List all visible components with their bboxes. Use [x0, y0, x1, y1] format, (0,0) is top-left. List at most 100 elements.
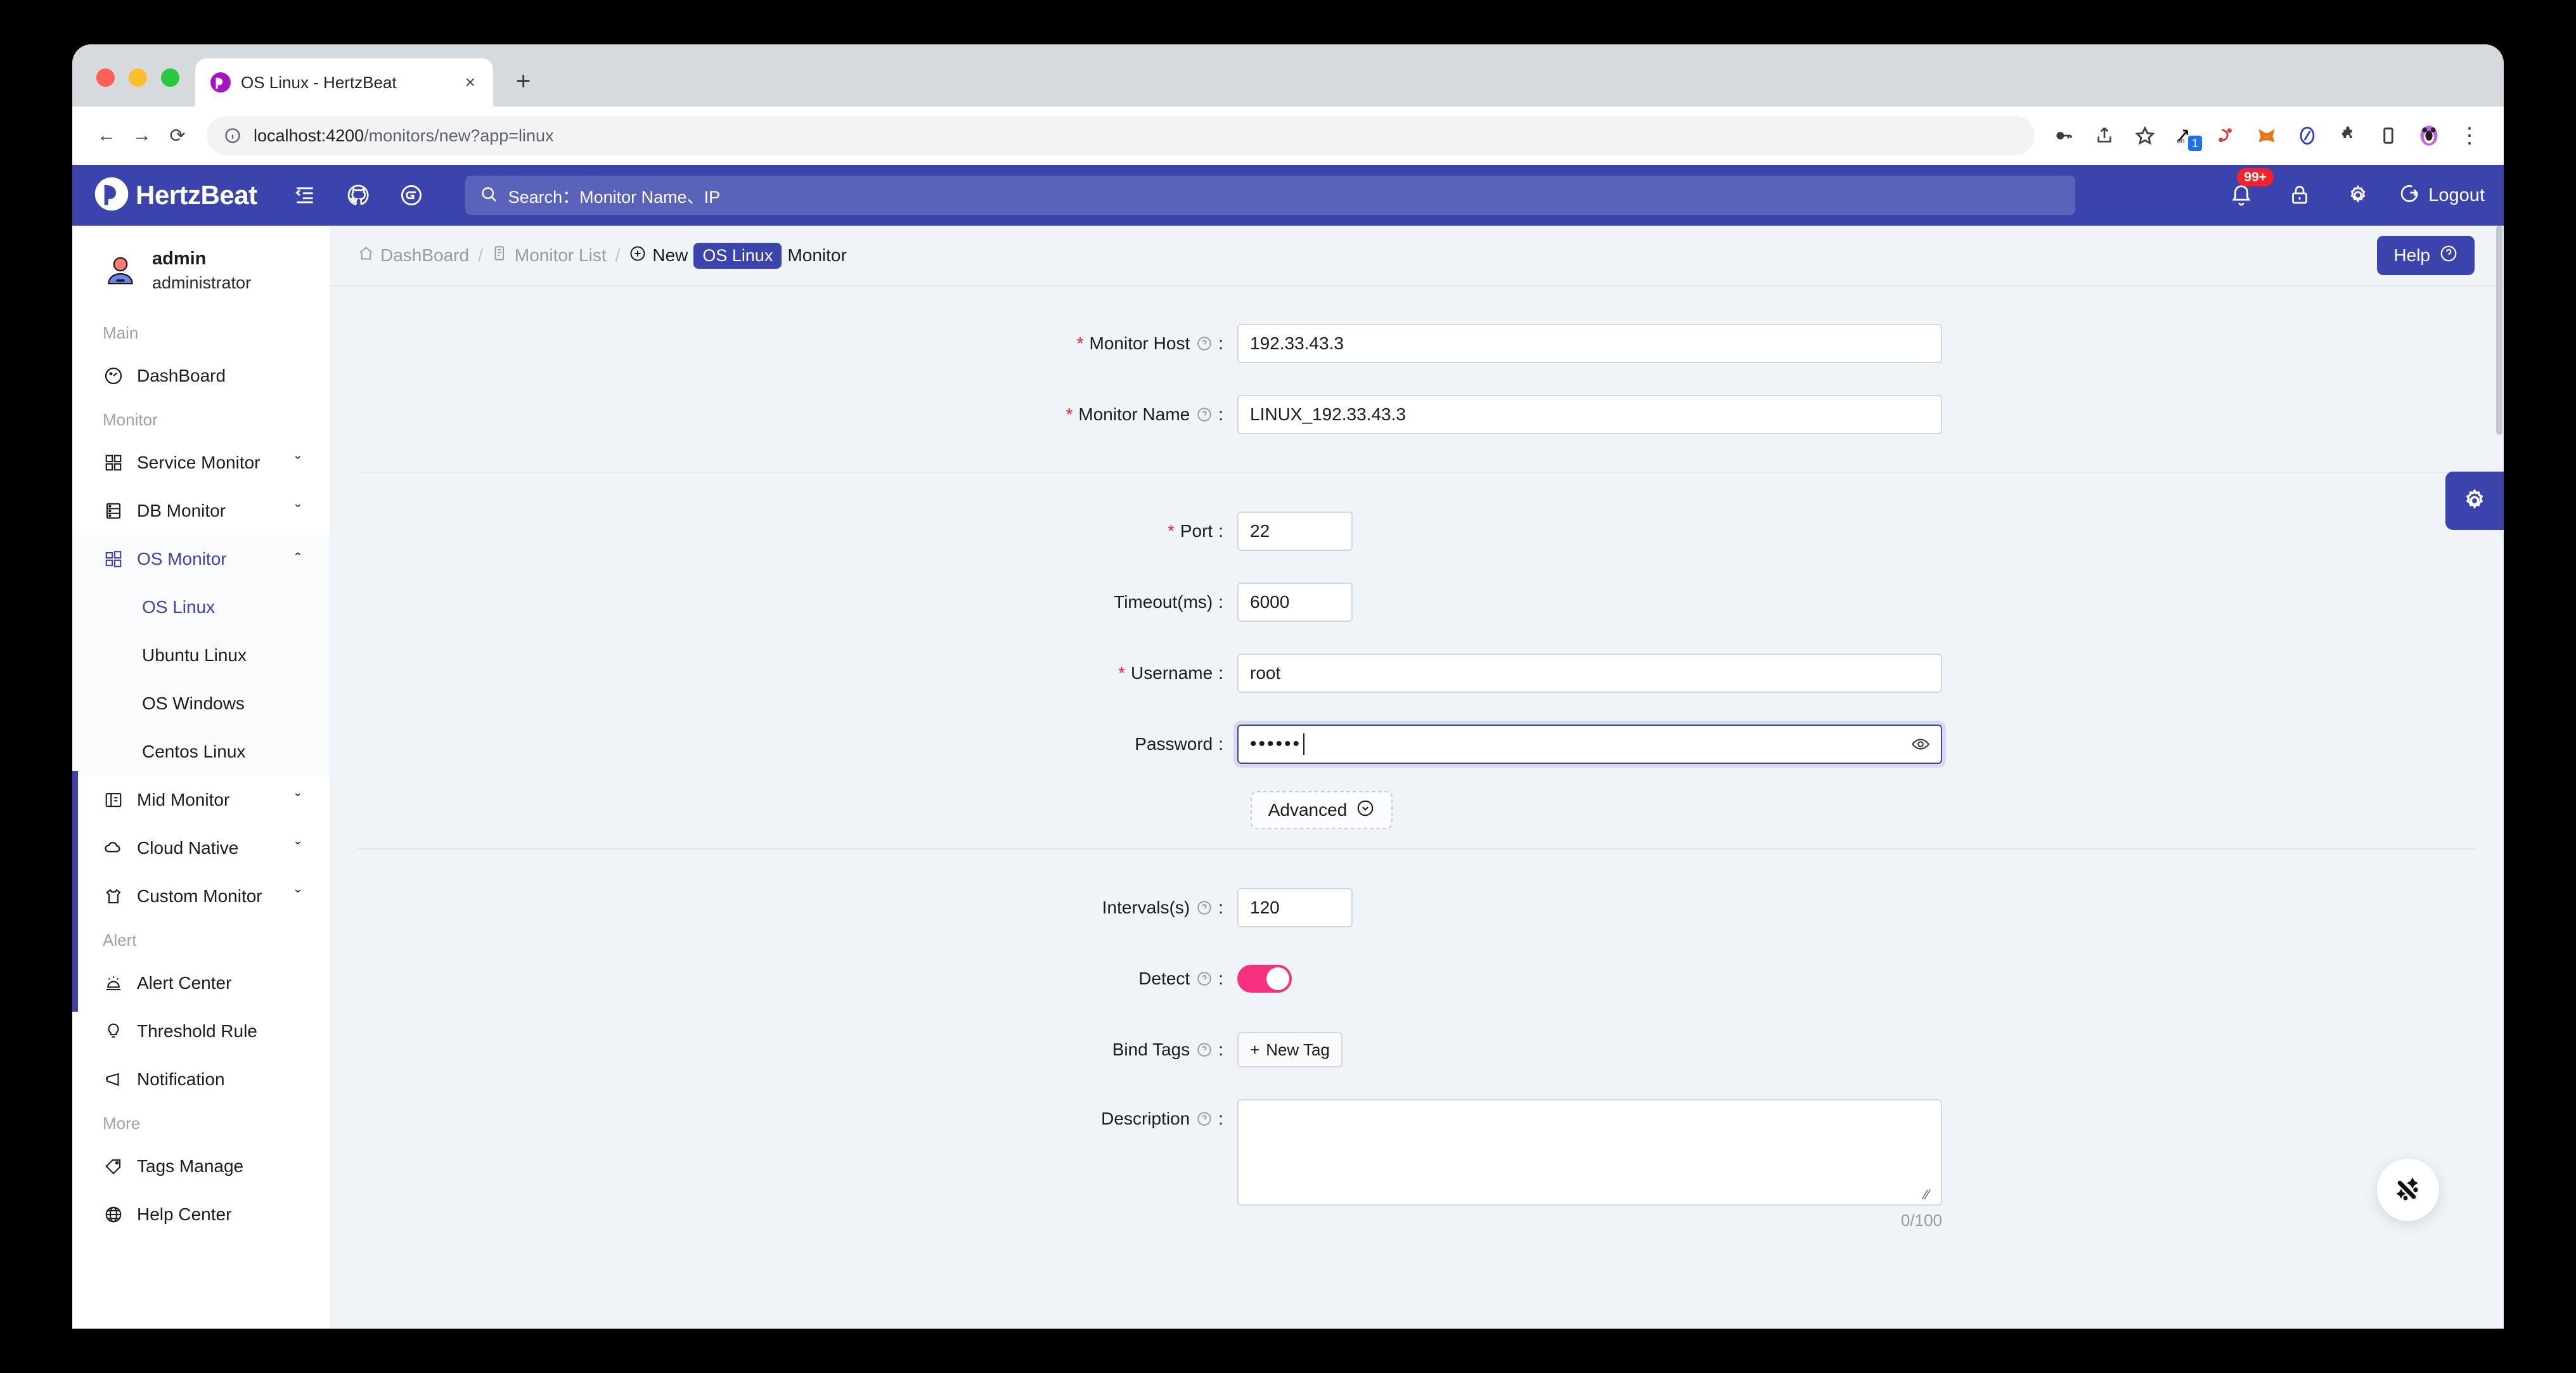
- main-content: DashBoard / Monitor List /: [330, 226, 2504, 1329]
- bookmark-star-icon[interactable]: [2127, 118, 2163, 153]
- share-icon[interactable]: [2087, 118, 2122, 153]
- intervals-label: Intervals(s) :: [330, 898, 1237, 918]
- close-window-button[interactable]: [96, 68, 115, 87]
- logout-label: Logout: [2428, 185, 2485, 206]
- breadcrumb-monitor-list[interactable]: Monitor List: [492, 245, 607, 266]
- app-header-right-icons: 99+: [2223, 177, 2485, 214]
- description-textarea[interactable]: [1237, 1099, 1942, 1206]
- timeout-label-text: Timeout(ms): [1114, 592, 1213, 612]
- breadcrumb-dashboard[interactable]: DashBoard: [357, 245, 469, 266]
- reading-list-icon[interactable]: [2371, 118, 2406, 153]
- notification-bell-button[interactable]: 99+: [2223, 177, 2260, 214]
- site-info-icon[interactable]: [223, 126, 242, 145]
- gitee-icon[interactable]: [393, 177, 430, 214]
- port-control: 22: [1237, 512, 1353, 551]
- red-extension-icon[interactable]: [2208, 118, 2244, 153]
- bulb-icon: [103, 1021, 124, 1042]
- metamask-fox-icon[interactable]: [2249, 118, 2284, 153]
- monitor-host-input[interactable]: 192.33.43.3: [1237, 324, 1942, 363]
- plus-circle-icon: [629, 245, 647, 267]
- sidebar: admin administrator Main DashBoard Monit…: [72, 226, 330, 1329]
- sidebar-item-help-center[interactable]: Help Center: [72, 1190, 330, 1239]
- github-icon[interactable]: [340, 177, 377, 214]
- monitor-form: * Monitor Host : 192.33.43.3: [330, 287, 2504, 1329]
- minimize-window-button[interactable]: [129, 68, 147, 87]
- sidebar-item-service-monitor[interactable]: Service Monitor ˇ: [72, 439, 330, 487]
- question-mark-icon[interactable]: [1195, 1041, 1213, 1059]
- sidebar-subitem-ubuntu-linux[interactable]: Ubuntu Linux: [72, 631, 330, 680]
- scrollbar-thumb[interactable]: [2496, 226, 2502, 435]
- port-input[interactable]: 22: [1237, 512, 1353, 551]
- browser-tab[interactable]: OS Linux - HertzBeat ×: [195, 58, 493, 106]
- detect-toggle[interactable]: [1237, 965, 1292, 993]
- logout-button[interactable]: Logout: [2398, 181, 2485, 209]
- sidebar-item-label: OS Monitor: [137, 549, 289, 569]
- chevron-up-icon: ˆ: [289, 550, 307, 568]
- label-colon: :: [1218, 333, 1223, 354]
- sidebar-item-dashboard[interactable]: DashBoard: [72, 352, 330, 400]
- sidebar-group-label-main: Main: [72, 313, 330, 352]
- translate-extension-icon[interactable]: en 1: [2168, 118, 2203, 153]
- question-mark-icon[interactable]: [1195, 1111, 1213, 1128]
- form-settings-gear-button[interactable]: [2445, 472, 2504, 530]
- lock-icon[interactable]: [2281, 177, 2318, 214]
- chevron-down-icon: ˇ: [289, 454, 307, 472]
- question-mark-icon[interactable]: [1195, 335, 1213, 352]
- sidebar-item-notification[interactable]: Notification: [72, 1055, 330, 1104]
- sidebar-item-os-monitor[interactable]: OS Monitor ˆ: [72, 535, 330, 583]
- question-mark-icon[interactable]: [1195, 899, 1213, 917]
- description-char-counter: 0/100: [1901, 1211, 1942, 1230]
- sidebar-item-db-monitor[interactable]: DB Monitor ˇ: [72, 487, 330, 535]
- home-icon: [357, 245, 375, 266]
- label-colon: :: [1218, 1109, 1223, 1129]
- settings-gear-icon[interactable]: [2340, 177, 2376, 214]
- reload-icon[interactable]: ⟳: [160, 118, 195, 153]
- blue-circle-extension-icon[interactable]: [2289, 118, 2325, 153]
- close-tab-icon[interactable]: ×: [461, 74, 479, 91]
- global-search-input[interactable]: Search：Monitor Name、IP: [465, 176, 2075, 215]
- new-tab-button[interactable]: +: [516, 68, 531, 94]
- sidebar-subitem-os-windows[interactable]: OS Windows: [72, 680, 330, 728]
- username-input[interactable]: root: [1237, 654, 1942, 693]
- sidebar-subitem-centos-linux[interactable]: Centos Linux: [72, 728, 330, 776]
- sidebar-item-custom-monitor[interactable]: Custom Monitor ˇ: [72, 872, 330, 920]
- help-button[interactable]: Help: [2377, 236, 2475, 275]
- question-mark-icon[interactable]: [1195, 970, 1213, 988]
- label-colon: :: [1218, 1040, 1223, 1060]
- advanced-toggle-button[interactable]: Advanced: [1251, 791, 1393, 829]
- intervals-input[interactable]: 120: [1237, 888, 1353, 927]
- app-logo[interactable]: HertzBeat: [94, 176, 257, 215]
- question-mark-icon[interactable]: [1195, 406, 1213, 423]
- sidebar-item-mid-monitor[interactable]: Mid Monitor ˇ: [72, 776, 330, 824]
- browser-tab-title: OS Linux - HertzBeat: [241, 73, 461, 93]
- back-icon[interactable]: ←: [89, 118, 124, 153]
- new-tag-button[interactable]: + New Tag: [1237, 1032, 1343, 1067]
- magic-wand-button[interactable]: [2377, 1159, 2439, 1221]
- resize-handle-icon[interactable]: ⁄⁄: [1924, 1188, 1938, 1202]
- form-row-intervals: Intervals(s) : 120: [330, 872, 2504, 943]
- sidebar-subitem-label: OS Windows: [142, 693, 245, 714]
- label-colon: :: [1218, 663, 1223, 683]
- forward-icon[interactable]: →: [124, 118, 160, 153]
- sidebar-item-label: Cloud Native: [137, 838, 289, 858]
- profile-avatar-icon[interactable]: [2411, 118, 2447, 153]
- sidebar-item-cloud-native[interactable]: Cloud Native ˇ: [72, 824, 330, 872]
- password-input[interactable]: ••••••: [1237, 725, 1942, 764]
- sidebar-item-threshold-rule[interactable]: Threshold Rule: [72, 1007, 330, 1055]
- sidebar-item-alert-center[interactable]: Alert Center: [72, 959, 330, 1007]
- password-key-icon[interactable]: [2046, 118, 2082, 153]
- sidebar-user-card[interactable]: admin administrator: [72, 226, 330, 313]
- browser-menu-icon[interactable]: ⋮: [2452, 118, 2487, 153]
- cloud-icon: [103, 837, 124, 859]
- monitor-name-input[interactable]: LINUX_192.33.43.3: [1237, 395, 1942, 434]
- timeout-input[interactable]: 6000: [1237, 583, 1353, 622]
- maximize-window-button[interactable]: [161, 68, 179, 87]
- sidebar-collapse-icon[interactable]: [287, 177, 323, 214]
- sidebar-subitem-os-linux[interactable]: OS Linux: [72, 583, 330, 631]
- extensions-puzzle-icon[interactable]: [2330, 118, 2366, 153]
- main-scrollbar[interactable]: [2495, 226, 2504, 1329]
- address-bar[interactable]: localhost:4200/monitors/new?app=linux: [207, 116, 2035, 155]
- sidebar-user-text: admin administrator: [152, 247, 251, 294]
- sidebar-item-tags-manage[interactable]: Tags Manage: [72, 1142, 330, 1190]
- toggle-password-visibility-icon[interactable]: [1910, 734, 1931, 754]
